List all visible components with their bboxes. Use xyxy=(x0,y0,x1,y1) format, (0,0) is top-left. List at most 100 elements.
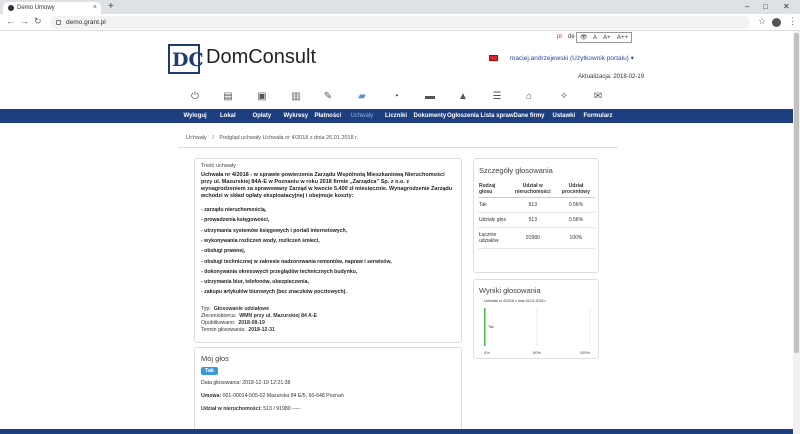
resolution-item: - prowadzenia księgowości, xyxy=(201,217,270,224)
vote-date: 2018-12-19 12:21:38 xyxy=(242,380,291,386)
scrollbar-thumb[interactable] xyxy=(794,33,799,353)
bank-icon[interactable]: ⌂ xyxy=(523,91,535,102)
lang-de-link[interactable]: de xyxy=(568,34,575,40)
browser-tab-bar: Demo Umowy × + – □ ✕ xyxy=(0,0,800,14)
back-icon[interactable]: ← xyxy=(6,16,15,26)
vote-contract: 001-00014-505-02 Mazurska 84 E/5, 60-648… xyxy=(222,393,344,399)
menu-item-12[interactable]: Formularz xyxy=(584,109,613,123)
my-vote-title: Mój głos xyxy=(201,354,229,363)
page: DC DomConsult pl de 👁 A A+ A++ maciej.an… xyxy=(0,31,800,434)
menu-item-6[interactable]: Liczniki xyxy=(385,109,407,123)
lang-pl-link[interactable]: pl xyxy=(557,34,562,40)
table-cell: 513 xyxy=(508,212,557,228)
book-icon[interactable]: ▰ xyxy=(356,91,368,102)
gauge-icon[interactable]: ◔ xyxy=(390,91,402,102)
results-chart: Uchwała nr 4/2018 z dnia 26.01.2018 r. 0%… xyxy=(483,299,590,355)
menu-item-4[interactable]: Płatności xyxy=(315,109,342,123)
menu-item-5[interactable]: Uchwały xyxy=(351,109,374,123)
envelope-icon[interactable]: ✉ xyxy=(592,91,604,102)
meta-value: Głosowanie udziałowe xyxy=(213,306,270,312)
address-bar: ← → ↻ demo.grant.pl ☆ ⋮ xyxy=(0,14,800,31)
close-tab-icon[interactable]: × xyxy=(93,2,97,14)
vote-badge: Tak xyxy=(201,367,219,375)
bar xyxy=(484,308,486,346)
url-input[interactable]: demo.grant.pl xyxy=(50,16,750,29)
font-large-button[interactable]: A+ xyxy=(603,33,611,43)
wrench-icon[interactable]: ✧ xyxy=(558,91,570,102)
resolution-item: - zakupu artykułów biurowych (bez znaczk… xyxy=(201,289,347,296)
vote-share: 513 / 91980 ----- xyxy=(263,406,301,412)
table-cell: 0.56% xyxy=(556,212,595,228)
last-update: Aktualizacja: 2018-02-19 xyxy=(578,74,645,80)
resolution-item: - wykonywania rozliczeń wody, rozliczeń … xyxy=(201,237,320,244)
warning-icon[interactable]: ▲ xyxy=(457,91,469,102)
profile-icon[interactable] xyxy=(772,18,781,27)
forward-icon[interactable]: → xyxy=(20,16,29,26)
logo[interactable]: DC xyxy=(168,44,204,74)
table-row: Łącznie udziałów 91980 100% xyxy=(478,227,595,249)
vote-date-label: Data głosowania: xyxy=(201,380,241,386)
edit-icon[interactable]: ✎ xyxy=(322,91,334,102)
vote-results-panel: Wyniki głosowania Uchwała nr 4/2018 z dn… xyxy=(473,279,599,359)
table-cell: 91980 xyxy=(508,227,557,249)
minimize-icon[interactable]: – xyxy=(745,0,749,14)
resolution-meta-row: Termin głosowania: 2018-12-31 xyxy=(201,327,275,333)
breadcrumb-root[interactable]: Uchwały xyxy=(186,135,207,141)
list-icon[interactable]: ☰ xyxy=(491,91,503,102)
vote-contract-row: Umowa: 001-00014-505-02 Mazurska 84 E/5,… xyxy=(201,393,344,399)
meta-value: 2018-08-19 xyxy=(238,320,265,326)
page-scrollbar[interactable] xyxy=(793,31,800,434)
menu-item-1[interactable]: Lokal xyxy=(220,109,236,123)
chart-title: Uchwała nr 4/2018 z dnia 26.01.2018 r. xyxy=(484,299,547,303)
vote-contract-label: Umowa: xyxy=(201,393,222,399)
menu-item-10[interactable]: Dane firmy xyxy=(514,109,545,123)
resolution-meta-row: Typ: Głosowanie udziałowe xyxy=(201,306,269,312)
menu-item-0[interactable]: Wyloguj xyxy=(184,109,207,123)
menu-item-7[interactable]: Dokumenty xyxy=(414,109,447,123)
table-row: Udziały głos 513 0.56% xyxy=(478,212,595,228)
resolution-item: - zarządu nieruchomością, xyxy=(201,207,267,213)
power-icon[interactable]: ⏻ xyxy=(189,91,201,102)
menu-item-9[interactable]: Lista spraw xyxy=(481,109,514,123)
resolution-item: - obsługi prawnej, xyxy=(201,248,246,255)
breadcrumb-divider xyxy=(178,147,618,148)
pdf-icon[interactable] xyxy=(489,55,498,61)
resolution-item: - utrzymania biur, telefonów, ubezpiecze… xyxy=(201,279,309,286)
new-tab-button[interactable]: + xyxy=(108,1,114,12)
table-header: Udział w nieruchomości xyxy=(508,181,557,198)
menu-item-3[interactable]: Wykresy xyxy=(284,109,309,123)
resolution-item: - obsługi technicznej w zakresie nadzoro… xyxy=(201,258,392,265)
tab-title: Demo Umowy xyxy=(17,5,55,11)
font-xlarge-button[interactable]: A++ xyxy=(617,33,628,43)
table-cell: 0.56% xyxy=(556,197,595,213)
chart-icon[interactable]: ▥ xyxy=(290,91,302,102)
meta-key: Typ: xyxy=(201,306,211,312)
money-icon[interactable]: ▣ xyxy=(256,91,268,102)
user-menu[interactable]: maciej.andrzejewski (Użytkownik portalu)… xyxy=(510,54,634,62)
reload-icon[interactable]: ↻ xyxy=(34,16,42,27)
archive-icon[interactable]: ▬ xyxy=(424,91,436,102)
footer-bar xyxy=(0,429,800,434)
table-cell: 100% xyxy=(556,227,595,249)
menu-icon-row: ⏻ ▤ ▣ ▥ ✎ ▰ ◔ ▬ ▲ ☰ ⌂ ✧ ✉ xyxy=(0,87,800,109)
meta-value: WMN przy ul. Mazurskiej 84 A-E xyxy=(239,313,318,319)
menu-item-11[interactable]: Ustawki xyxy=(553,109,576,123)
star-icon[interactable]: ☆ xyxy=(758,16,766,27)
accessibility-toolbar: 👁 A A+ A++ xyxy=(576,32,632,43)
menu-item-2[interactable]: Opłaty xyxy=(253,109,272,123)
vote-share-row: Udział w nieruchomości: 513 / 91980 ----… xyxy=(201,406,301,412)
resolution-body: Uchwała nr 4/2018 - w sprawie powierzeni… xyxy=(201,172,453,199)
menu-item-8[interactable]: Ogłoszenia xyxy=(447,109,479,123)
breadcrumb-current: Podgląd uchwały Uchwała nr 4/2018 z dnia… xyxy=(219,135,359,141)
close-window-icon[interactable]: ✕ xyxy=(783,0,790,14)
resolution-meta-row: Opublikowano: 2018-08-19 xyxy=(201,320,265,326)
font-normal-button[interactable]: A xyxy=(593,33,597,43)
contrast-eye-icon[interactable]: 👁 xyxy=(580,33,588,43)
logo-letters: DC xyxy=(172,49,204,71)
maximize-icon[interactable]: □ xyxy=(763,0,768,14)
vote-details-panel: Szczegóły głosowania Rodzaj głosu Udział… xyxy=(473,158,599,273)
table-cell: Łącznie udziałów xyxy=(478,227,509,249)
browser-menu-icon[interactable]: ⋮ xyxy=(788,16,797,27)
building-icon[interactable]: ▤ xyxy=(222,91,234,102)
browser-tab[interactable]: Demo Umowy × xyxy=(3,2,101,14)
